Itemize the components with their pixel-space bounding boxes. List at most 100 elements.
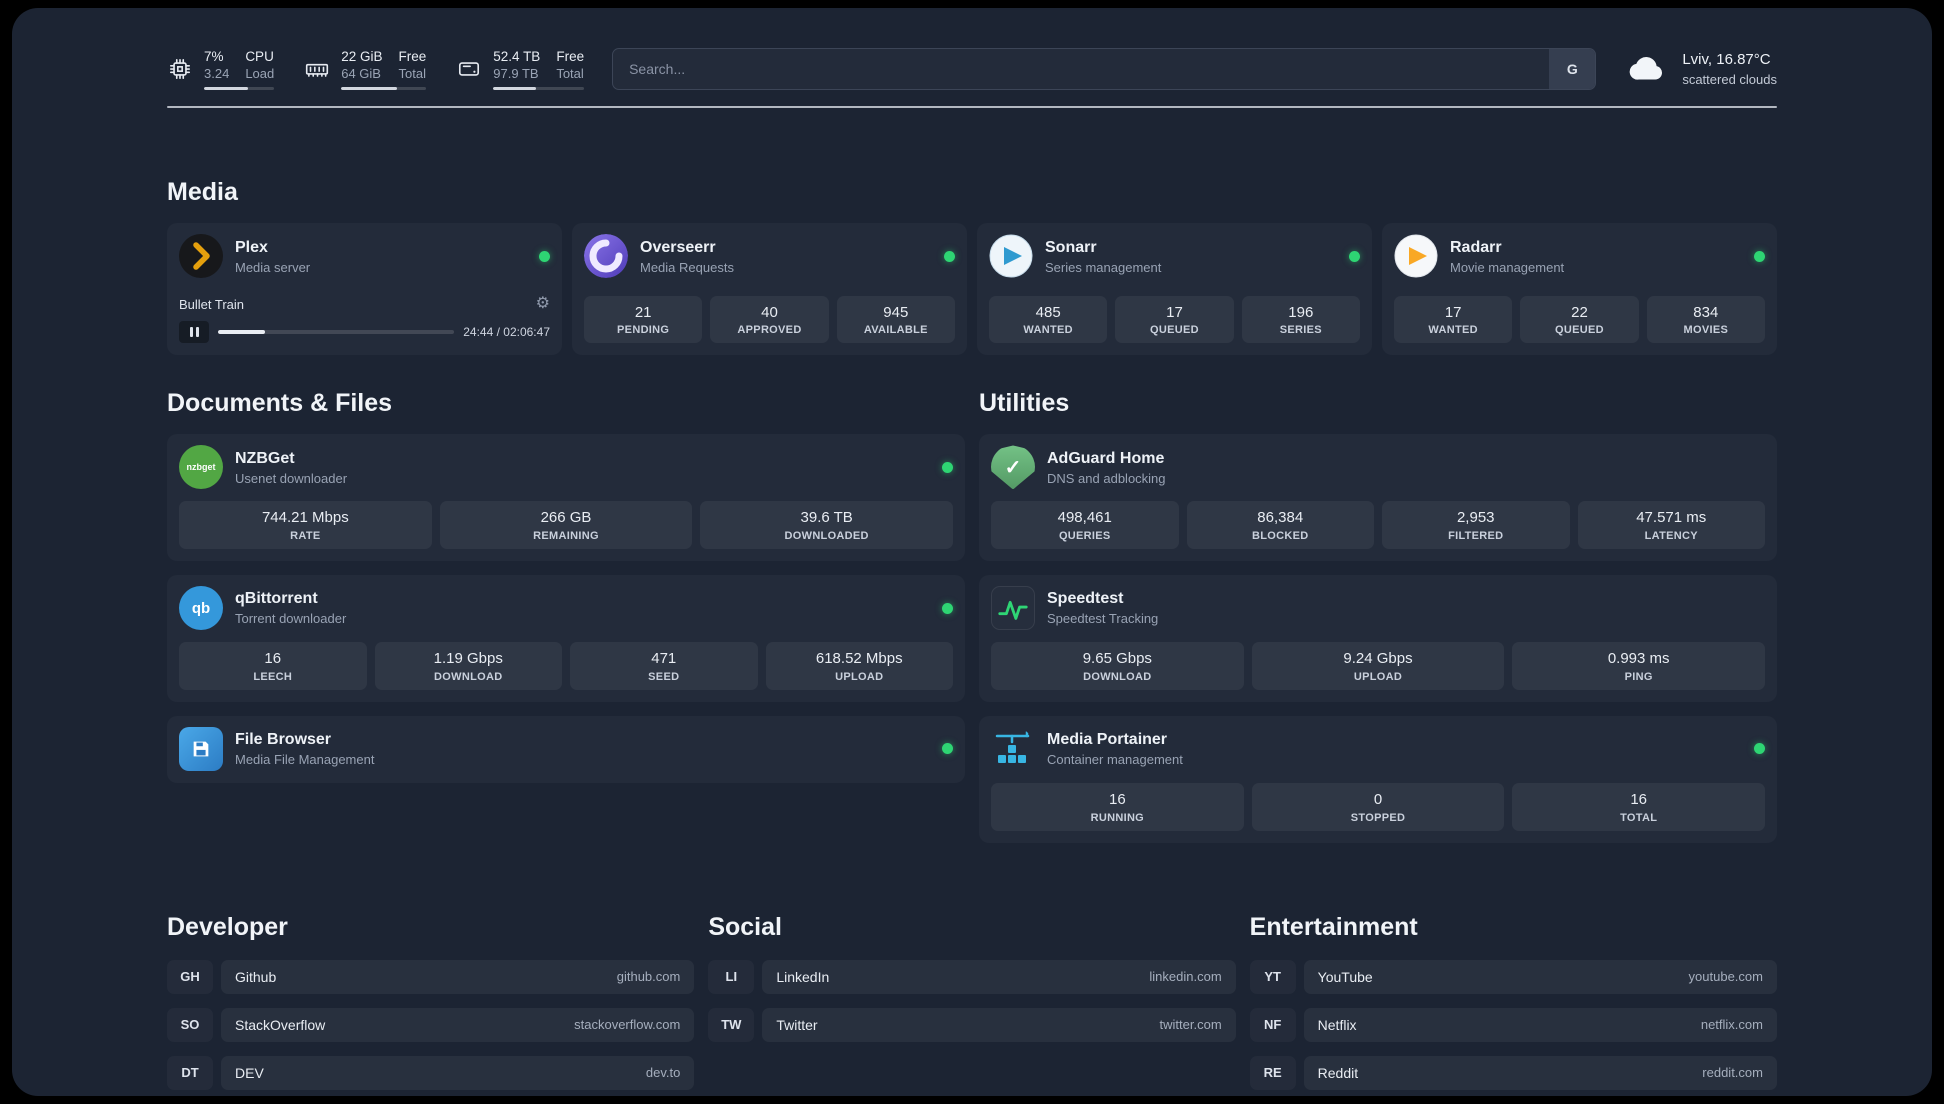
bookmark-reddit[interactable]: RE Reddit reddit.com [1250,1055,1777,1090]
service-name: Speedtest [1047,590,1124,608]
stat-box: 86,384 BLOCKED [1186,501,1374,550]
stat-box: 17 QUEUED [1115,295,1234,344]
service-subtitle: Media server [235,259,311,275]
resource-widgets: 7% 3.24 CPU Load 22 GiB 64 GiB Free Tota… [167,48,585,91]
bookmark-youtube[interactable]: YT YouTube youtube.com [1250,959,1777,994]
service-subtitle: Container management [1047,752,1183,768]
service-subtitle: Usenet downloader [235,470,348,486]
service-card-nzbget[interactable]: nzbget NZBGet Usenet downloader 744.21 M… [167,434,965,562]
service-card-plex[interactable]: Plex Media server Bullet Train ⚙ 24:44 /… [167,223,562,356]
cpu-widget: 7% 3.24 CPU Load [167,48,275,91]
service-card-adguard[interactable]: ✓ AdGuard Home DNS and adblocking 498,46… [979,434,1777,562]
disk-total-value: 97.9 TB [493,65,539,81]
service-subtitle: Movie management [1450,259,1565,275]
media-section: Media Plex Media server Bullet Train ⚙ 2… [167,178,1777,356]
stat-box: 196 SERIES [1241,295,1360,344]
service-subtitle: Speedtest Tracking [1047,611,1159,627]
disk-progress-bar [493,87,585,91]
service-card-sonarr[interactable]: Sonarr Series management 485 WANTED 17 QUE… [977,223,1372,356]
search-bar: G [612,48,1597,91]
stat-box: 618.52 Mbps UPLOAD [765,642,953,690]
section-title-media: Media [167,178,238,207]
playback-time: 24:44 / 02:06:47 [463,325,550,340]
bookmark-twitter[interactable]: TW Twitter twitter.com [708,1007,1236,1042]
bookmark-dev[interactable]: DT DEV dev.to [167,1055,695,1090]
bookmark-abbr: GH [167,960,213,994]
stat-box: 17 WANTED [1394,295,1513,344]
service-card-qbittorrent[interactable]: qb qBittorrent Torrent downloader 16 LEEC… [167,575,965,702]
service-subtitle: Media File Management [235,752,375,768]
service-card-portainer[interactable]: Media Portainer Container management 16 R… [979,715,1777,843]
memory-icon [306,64,329,78]
stat-box: 0.993 ms PING [1512,642,1766,690]
stat-box: 2,953 FILTERED [1382,501,1570,550]
nzbget-icon: nzbget [179,445,223,490]
stat-box: 21 PENDING [584,295,703,344]
speedtest-graph-icon [991,586,1035,631]
stat-box: 22 QUEUED [1520,295,1639,344]
now-playing-title: Bullet Train [179,296,245,312]
radarr-icon [1394,234,1438,278]
ram-total-value: 64 GiB [341,65,381,81]
ram-free-label: Free [398,49,427,64]
stat-box: 40 APPROVED [710,295,829,344]
service-name: Plex [235,238,268,256]
ram-progress-bar [341,87,427,91]
service-card-radarr[interactable]: Radarr Movie management 17 WANTED 22 QUEUE… [1382,223,1777,356]
ram-free-value: 22 GiB [341,49,383,64]
disk-icon [459,62,480,76]
topbar-divider [167,106,1777,109]
service-card-filebrowser[interactable]: File Browser Media File Management [167,715,965,783]
stat-box: 39.6 TB DOWNLOADED [700,501,954,550]
service-name: qBittorrent [235,590,318,608]
weather-condition: scattered clouds [1682,71,1777,87]
social-bookmarks: Social LI LinkedIn linkedin.com TW Twitte… [708,912,1236,1042]
cloud-icon [1629,57,1663,80]
bookmark-netflix[interactable]: NF Netflix netflix.com [1250,1007,1777,1042]
utilities-section: Utilities ✓ AdGuard Home DNS and adblock… [979,389,1777,843]
disk-free-value: 52.4 TB [493,49,541,64]
ram-total-label: Total [398,65,426,81]
top-bar: 7% 3.24 CPU Load 22 GiB 64 GiB Free Tota… [167,48,1777,91]
bookmark-abbr: YT [1250,960,1296,994]
service-subtitle: DNS and adblocking [1047,470,1166,486]
search-input[interactable] [612,48,1597,91]
cpu-label: CPU [245,49,274,64]
disk-total-label: Total [556,65,584,81]
bookmark-stackoverflow[interactable]: SO StackOverflow stackoverflow.com [167,1007,695,1042]
stat-box: 47.571 ms LATENCY [1577,501,1765,550]
disk-free-label: Free [556,49,585,64]
status-dot [1349,250,1360,262]
status-dot [539,250,550,262]
stat-box: 945 AVAILABLE [836,295,955,344]
section-title-social: Social [708,912,782,941]
sonarr-icon [989,234,1033,278]
bookmark-abbr: LI [708,960,754,994]
gear-icon[interactable]: ⚙ [536,296,550,312]
service-name: AdGuard Home [1047,449,1165,467]
bookmark-url: reddit.com [1702,1065,1763,1081]
service-subtitle: Media Requests [640,259,734,275]
ram-widget: 22 GiB 64 GiB Free Total [304,48,427,91]
section-title-entertainment: Entertainment [1249,912,1418,941]
adguard-shield-icon: ✓ [991,445,1035,490]
stat-box: 471 SEED [570,642,758,690]
status-dot [942,743,953,755]
bookmark-name: Netflix [1317,1016,1357,1033]
search-provider-button[interactable]: G [1549,49,1596,90]
bookmark-abbr: SO [167,1008,213,1042]
service-name: File Browser [235,731,332,749]
bookmark-linkedin[interactable]: LI LinkedIn linkedin.com [708,959,1236,994]
stat-box: 744.21 Mbps RATE [179,501,432,550]
service-name: Overseerr [640,238,716,256]
playback-progress-bar[interactable] [218,330,455,335]
pause-button[interactable] [179,321,209,344]
service-card-speedtest[interactable]: Speedtest Speedtest Tracking 9.65 Gbps DO… [979,575,1777,702]
service-name: Media Portainer [1047,731,1168,749]
bookmark-github[interactable]: GH Github github.com [167,959,695,994]
service-card-overseerr[interactable]: Overseerr Media Requests 21 PENDING 40 APP… [572,223,967,356]
plex-media-player: Bullet Train ⚙ 24:44 / 02:06:47 [179,292,550,344]
bookmark-abbr: TW [708,1008,754,1042]
weather-widget: Lviv, 16.87°C scattered clouds [1624,50,1777,88]
bookmark-name: Github [235,968,277,985]
